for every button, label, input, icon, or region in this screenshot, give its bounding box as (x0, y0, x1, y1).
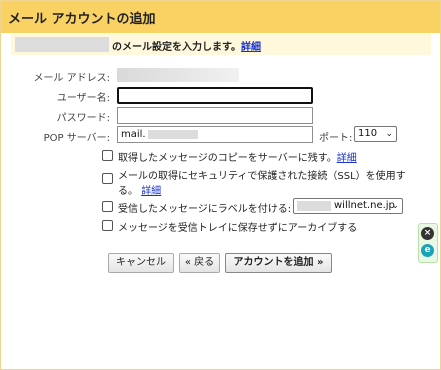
redacted-label-prefix (297, 201, 331, 211)
chevron-down-icon: ⌄ (385, 129, 393, 139)
add-account-button[interactable]: アカウントを追加 » (225, 253, 332, 273)
archive-label: メッセージを受信トレイに保存せずにアーカイブする (118, 223, 358, 234)
ssl-details-link[interactable]: 詳細 (141, 186, 161, 197)
leave-copy-details-link[interactable]: 詳細 (337, 153, 357, 164)
redacted-email (15, 37, 109, 52)
port-value: 110 (358, 128, 378, 139)
email-label: メール アドレス: (33, 73, 110, 84)
intro-text: のメール設定を入力します。詳細 (112, 42, 261, 53)
dialog-title: メール アカウントの追加 (8, 12, 156, 27)
back-button[interactable]: « 戻る (179, 253, 220, 273)
redacted-email-value (117, 68, 239, 82)
port-select[interactable]: 110 ⌄ (354, 126, 397, 142)
username-label: ユーザー名: (56, 93, 110, 104)
title-bar: メール アカウントの追加 (1, 1, 440, 33)
chevron-down-icon: ⌄ (391, 201, 399, 211)
port-label: ポート: (319, 133, 353, 144)
cancel-button[interactable]: キャンセル (108, 253, 174, 273)
pop-server-input[interactable]: mail. (117, 126, 313, 143)
username-input[interactable] (117, 87, 313, 104)
leave-copy-label: 取得したメッセージのコピーをサーバーに残す。詳細 (118, 153, 357, 164)
label-incoming-checkbox[interactable] (102, 201, 113, 212)
password-label: パスワード: (56, 113, 110, 124)
label-incoming-label: 受信したメッセージにラベルを付ける: (118, 204, 292, 215)
redacted-server-domain (148, 130, 198, 139)
ssl-checkbox[interactable] (102, 173, 113, 184)
add-mail-account-dialog: メール アカウントの追加 のメール設定を入力します。詳細 メール アドレス: ユ… (0, 0, 441, 370)
ssl-label-line2: る。 詳細 (118, 186, 162, 197)
label-select[interactable]: willnet.ne.jp ⌄ (293, 198, 403, 214)
side-extension-panel: × e (418, 223, 438, 263)
ssl-label-line1: メールの取得にセキュリティで保護された接続（SSL）を使用す (118, 171, 406, 182)
label-select-value: willnet.ne.jp (334, 200, 395, 211)
intro-banner: のメール設定を入力します。詳細 (11, 34, 431, 55)
close-icon[interactable]: × (421, 227, 434, 240)
pop-server-label: POP サーバー: (43, 133, 110, 144)
intro-details-link[interactable]: 詳細 (241, 42, 261, 53)
extension-e-icon[interactable]: e (421, 244, 434, 257)
archive-checkbox[interactable] (102, 220, 113, 231)
leave-copy-checkbox[interactable] (102, 150, 113, 161)
password-input[interactable] (117, 107, 313, 124)
pop-server-value: mail. (121, 129, 146, 140)
